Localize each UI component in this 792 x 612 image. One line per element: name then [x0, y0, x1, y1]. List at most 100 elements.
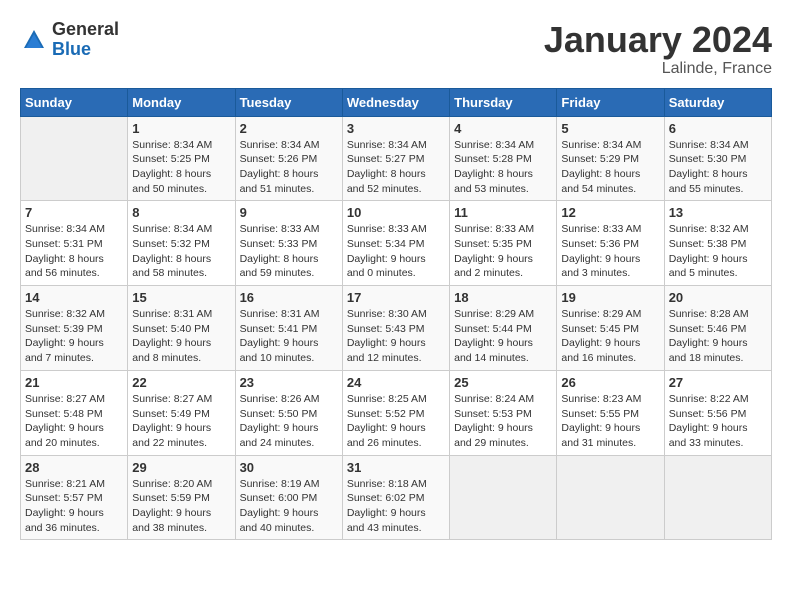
day-number: 31: [347, 460, 445, 475]
day-number: 17: [347, 290, 445, 305]
day-number: 14: [25, 290, 123, 305]
day-number: 26: [561, 375, 659, 390]
day-number: 5: [561, 121, 659, 136]
table-row: 22 Sunrise: 8:27 AMSunset: 5:49 PMDayligh…: [128, 370, 235, 455]
table-row: 17 Sunrise: 8:30 AMSunset: 5:43 PMDayligh…: [342, 286, 449, 371]
location-subtitle: Lalinde, France: [544, 60, 772, 78]
table-row: 14 Sunrise: 8:32 AMSunset: 5:39 PMDayligh…: [21, 286, 128, 371]
day-info: Sunrise: 8:34 AMSunset: 5:25 PMDaylight:…: [132, 138, 230, 197]
logo-general-text: General: [52, 20, 119, 40]
day-info: Sunrise: 8:28 AMSunset: 5:46 PMDaylight:…: [669, 307, 767, 366]
day-number: 27: [669, 375, 767, 390]
day-info: Sunrise: 8:21 AMSunset: 5:57 PMDaylight:…: [25, 477, 123, 536]
table-row: 19 Sunrise: 8:29 AMSunset: 5:45 PMDayligh…: [557, 286, 664, 371]
day-number: 19: [561, 290, 659, 305]
table-row: 3Sunrise: 8:34 AMSunset: 5:27 PMDaylight…: [342, 116, 449, 201]
day-info: Sunrise: 8:34 AMSunset: 5:30 PMDaylight:…: [669, 138, 767, 197]
table-row: 5Sunrise: 8:34 AMSunset: 5:29 PMDaylight…: [557, 116, 664, 201]
day-info: Sunrise: 8:27 AMSunset: 5:48 PMDaylight:…: [25, 392, 123, 451]
day-info: Sunrise: 8:33 AMSunset: 5:35 PMDaylight:…: [454, 222, 552, 281]
day-number: 25: [454, 375, 552, 390]
logo: General Blue: [20, 20, 119, 60]
day-info: Sunrise: 8:18 AMSunset: 6:02 PMDaylight:…: [347, 477, 445, 536]
table-row: 7Sunrise: 8:34 AMSunset: 5:31 PMDaylight…: [21, 201, 128, 286]
day-info: Sunrise: 8:25 AMSunset: 5:52 PMDaylight:…: [347, 392, 445, 451]
table-row: 2 Sunrise: 8:34 AMSunset: 5:26 PMDaylight…: [235, 116, 342, 201]
table-row: 23 Sunrise: 8:26 AMSunset: 5:50 PMDayligh…: [235, 370, 342, 455]
table-row: 20 Sunrise: 8:28 AMSunset: 5:46 PMDayligh…: [664, 286, 771, 371]
day-number: 2: [240, 121, 338, 136]
table-row: [21, 116, 128, 201]
day-info: Sunrise: 8:30 AMSunset: 5:43 PMDaylight:…: [347, 307, 445, 366]
table-row: 6Sunrise: 8:34 AMSunset: 5:30 PMDaylight…: [664, 116, 771, 201]
day-info: Sunrise: 8:29 AMSunset: 5:45 PMDaylight:…: [561, 307, 659, 366]
day-info: Sunrise: 8:33 AMSunset: 5:34 PMDaylight:…: [347, 222, 445, 281]
day-info: Sunrise: 8:33 AMSunset: 5:33 PMDaylight:…: [240, 222, 338, 281]
calendar-week-row: 28 Sunrise: 8:21 AMSunset: 5:57 PMDayligh…: [21, 455, 772, 540]
table-row: 15Sunrise: 8:31 AMSunset: 5:40 PMDayligh…: [128, 286, 235, 371]
day-number: 16: [240, 290, 338, 305]
day-number: 22: [132, 375, 230, 390]
table-row: 4 Sunrise: 8:34 AMSunset: 5:28 PMDaylight…: [450, 116, 557, 201]
table-row: [450, 455, 557, 540]
day-info: Sunrise: 8:26 AMSunset: 5:50 PMDaylight:…: [240, 392, 338, 451]
day-number: 8: [132, 205, 230, 220]
table-row: 8 Sunrise: 8:34 AMSunset: 5:32 PMDaylight…: [128, 201, 235, 286]
header-friday: Friday: [557, 88, 664, 116]
day-info: Sunrise: 8:31 AMSunset: 5:41 PMDaylight:…: [240, 307, 338, 366]
table-row: 28 Sunrise: 8:21 AMSunset: 5:57 PMDayligh…: [21, 455, 128, 540]
table-row: 31 Sunrise: 8:18 AMSunset: 6:02 PMDayligh…: [342, 455, 449, 540]
day-info: Sunrise: 8:19 AMSunset: 6:00 PMDaylight:…: [240, 477, 338, 536]
day-info: Sunrise: 8:34 AMSunset: 5:26 PMDaylight:…: [240, 138, 338, 197]
day-info: Sunrise: 8:34 AMSunset: 5:28 PMDaylight:…: [454, 138, 552, 197]
header-tuesday: Tuesday: [235, 88, 342, 116]
logo-blue-text: Blue: [52, 40, 119, 60]
table-row: 13Sunrise: 8:32 AMSunset: 5:38 PMDayligh…: [664, 201, 771, 286]
table-row: 26Sunrise: 8:23 AMSunset: 5:55 PMDayligh…: [557, 370, 664, 455]
table-row: 29Sunrise: 8:20 AMSunset: 5:59 PMDayligh…: [128, 455, 235, 540]
calendar-week-row: 21 Sunrise: 8:27 AMSunset: 5:48 PMDayligh…: [21, 370, 772, 455]
day-info: Sunrise: 8:34 AMSunset: 5:27 PMDaylight:…: [347, 138, 445, 197]
header-monday: Monday: [128, 88, 235, 116]
day-number: 11: [454, 205, 552, 220]
day-number: 7: [25, 205, 123, 220]
day-number: 28: [25, 460, 123, 475]
calendar-week-row: 14 Sunrise: 8:32 AMSunset: 5:39 PMDayligh…: [21, 286, 772, 371]
table-row: 9 Sunrise: 8:33 AMSunset: 5:33 PMDaylight…: [235, 201, 342, 286]
day-number: 24: [347, 375, 445, 390]
table-row: 21 Sunrise: 8:27 AMSunset: 5:48 PMDayligh…: [21, 370, 128, 455]
table-row: 16 Sunrise: 8:31 AMSunset: 5:41 PMDayligh…: [235, 286, 342, 371]
table-row: 11 Sunrise: 8:33 AMSunset: 5:35 PMDayligh…: [450, 201, 557, 286]
table-row: 30 Sunrise: 8:19 AMSunset: 6:00 PMDayligh…: [235, 455, 342, 540]
day-number: 4: [454, 121, 552, 136]
table-row: [664, 455, 771, 540]
calendar-table: Sunday Monday Tuesday Wednesday Thursday…: [20, 88, 772, 541]
calendar-week-row: 7Sunrise: 8:34 AMSunset: 5:31 PMDaylight…: [21, 201, 772, 286]
page-header: General Blue January 2024 Lalinde, Franc…: [20, 20, 772, 78]
day-number: 30: [240, 460, 338, 475]
day-info: Sunrise: 8:27 AMSunset: 5:49 PMDaylight:…: [132, 392, 230, 451]
day-number: 29: [132, 460, 230, 475]
header-saturday: Saturday: [664, 88, 771, 116]
header-wednesday: Wednesday: [342, 88, 449, 116]
title-block: January 2024 Lalinde, France: [544, 20, 772, 78]
day-info: Sunrise: 8:34 AMSunset: 5:32 PMDaylight:…: [132, 222, 230, 281]
table-row: 25Sunrise: 8:24 AMSunset: 5:53 PMDayligh…: [450, 370, 557, 455]
day-number: 20: [669, 290, 767, 305]
header-thursday: Thursday: [450, 88, 557, 116]
day-number: 9: [240, 205, 338, 220]
table-row: 27Sunrise: 8:22 AMSunset: 5:56 PMDayligh…: [664, 370, 771, 455]
day-number: 12: [561, 205, 659, 220]
day-number: 23: [240, 375, 338, 390]
table-row: [557, 455, 664, 540]
day-info: Sunrise: 8:33 AMSunset: 5:36 PMDaylight:…: [561, 222, 659, 281]
weekday-header-row: Sunday Monday Tuesday Wednesday Thursday…: [21, 88, 772, 116]
day-number: 10: [347, 205, 445, 220]
day-number: 21: [25, 375, 123, 390]
day-info: Sunrise: 8:32 AMSunset: 5:38 PMDaylight:…: [669, 222, 767, 281]
day-number: 18: [454, 290, 552, 305]
table-row: 24 Sunrise: 8:25 AMSunset: 5:52 PMDayligh…: [342, 370, 449, 455]
day-info: Sunrise: 8:32 AMSunset: 5:39 PMDaylight:…: [25, 307, 123, 366]
day-number: 1: [132, 121, 230, 136]
calendar-week-row: 1 Sunrise: 8:34 AMSunset: 5:25 PMDaylight…: [21, 116, 772, 201]
